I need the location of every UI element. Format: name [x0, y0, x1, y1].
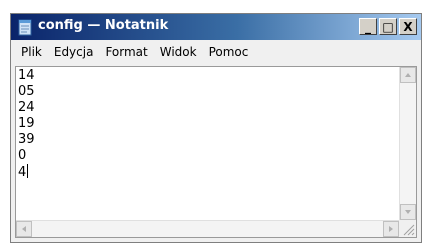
- resize-grip-icon: [403, 224, 415, 236]
- arrow-down-icon: [405, 210, 411, 214]
- title-bar[interactable]: config — Notatnik _ □ X: [11, 14, 421, 40]
- minimize-button[interactable]: _: [359, 18, 377, 35]
- text-line: 0: [18, 148, 27, 163]
- menu-bar: Plik Edycja Format Widok Pomoc: [11, 40, 421, 64]
- horizontal-scrollbar[interactable]: [16, 220, 399, 237]
- menu-format[interactable]: Format: [99, 43, 153, 61]
- vertical-scrollbar[interactable]: [399, 67, 416, 220]
- text-line: 14: [18, 68, 35, 83]
- menu-plik[interactable]: Plik: [15, 43, 48, 61]
- maximize-button[interactable]: □: [379, 18, 397, 35]
- menu-edycja[interactable]: Edycja: [48, 43, 100, 61]
- arrow-up-icon: [405, 73, 411, 77]
- scroll-down-button[interactable]: [400, 204, 416, 220]
- scroll-right-button[interactable]: [383, 221, 399, 237]
- scroll-up-button[interactable]: [400, 67, 416, 83]
- text-line: 05: [18, 84, 35, 99]
- close-button[interactable]: X: [399, 18, 417, 35]
- editor-text[interactable]: 14 05 24 19 39 0 4: [18, 68, 398, 220]
- text-caret: [27, 164, 29, 178]
- window-controls: _ □ X: [359, 18, 417, 35]
- arrow-left-icon: [22, 226, 26, 232]
- text-line: 24: [18, 100, 35, 115]
- text-line: 19: [18, 116, 35, 131]
- arrow-right-icon: [389, 226, 393, 232]
- text-editor[interactable]: 14 05 24 19 39 0 4: [15, 66, 417, 238]
- notepad-window: config — Notatnik _ □ X Plik Edycja Form…: [10, 13, 422, 243]
- menu-widok[interactable]: Widok: [154, 43, 203, 61]
- scroll-left-button[interactable]: [16, 221, 32, 237]
- text-line: 39: [18, 132, 35, 147]
- resize-grip[interactable]: [399, 220, 416, 237]
- menu-pomoc[interactable]: Pomoc: [203, 43, 255, 61]
- window-title: config — Notatnik: [38, 18, 169, 33]
- notepad-icon: [18, 19, 32, 36]
- text-line: 4: [18, 165, 27, 180]
- text-line-with-caret: 4: [18, 164, 398, 181]
